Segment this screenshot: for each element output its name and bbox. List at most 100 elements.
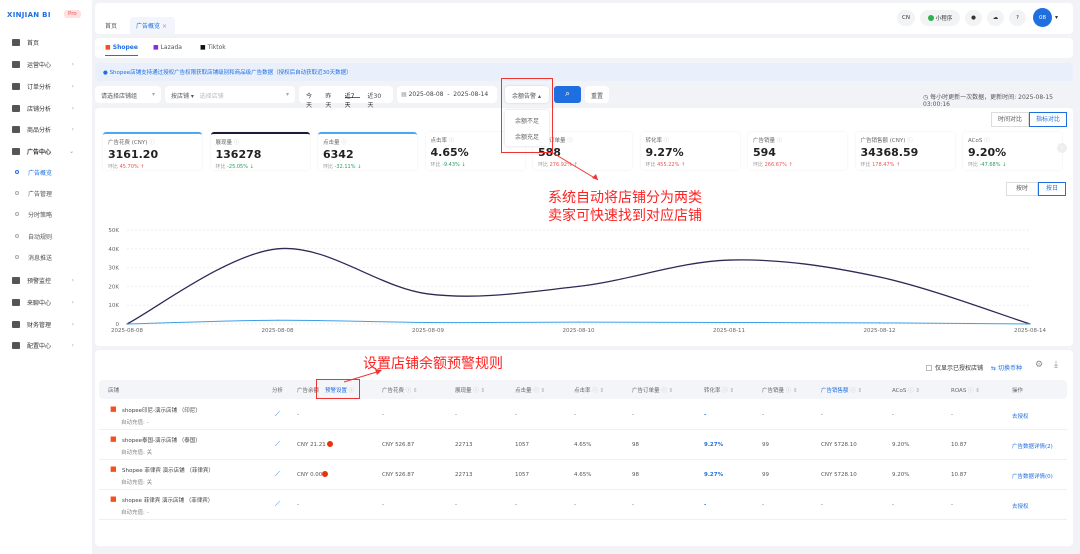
tab-home[interactable]: 首页 (105, 21, 117, 30)
sort-icon[interactable]: ⇕ (539, 388, 546, 394)
tab-shopee[interactable]: ■ Shopee (105, 44, 138, 56)
reset-button[interactable]: 重置 (585, 86, 609, 103)
range-3[interactable]: 近30天 (368, 91, 386, 109)
help-icon: ⓘ (982, 138, 990, 144)
action-link[interactable]: 广告数据详情(2) (1012, 442, 1053, 450)
sort-icon[interactable]: ⇕ (728, 388, 735, 394)
trend-chart-icon[interactable]: ⟋ (275, 410, 280, 419)
gear-icon[interactable]: ⚙ (1035, 360, 1043, 370)
shop-select[interactable]: 按店铺 ▾ 选择店铺 ▾ (165, 86, 295, 103)
home-icon (12, 38, 20, 46)
cell-clicks: - (515, 502, 517, 508)
sort-icon[interactable]: ⇕ (479, 388, 486, 394)
kpi-card[interactable]: ACoS ⓘ 9.20% 环比 -47.68% ↓ (963, 132, 1062, 170)
column-header[interactable]: 转化率 ⓘ ⇕ (704, 386, 734, 394)
next-arrow-icon[interactable]: › (1057, 143, 1067, 153)
sidebar-item-4[interactable]: 商品分析 › (0, 121, 92, 137)
tab-ad-overview[interactable]: 广告概览 × (130, 17, 175, 34)
sort-icon[interactable]: ⇕ (667, 388, 674, 394)
sidebar-item2-3[interactable]: 配置中心 › (0, 337, 92, 353)
action-link[interactable]: 广告数据详情(0) (1012, 472, 1053, 480)
bell-icon[interactable]: ● (965, 10, 982, 26)
cloud-download-icon[interactable]: ☁ (987, 10, 1004, 26)
chevron-down-icon[interactable]: ▾ (1055, 14, 1058, 21)
download-icon[interactable]: ⤓ (1054, 360, 1058, 370)
help-icon[interactable]: ? (1009, 10, 1026, 26)
kpi-card[interactable]: 广告销量 ⓘ 594 环比 266.67% ↑ (748, 132, 847, 170)
metric-compare-button[interactable]: 指标对比 (1029, 112, 1067, 127)
by-shop-select[interactable]: 按店铺 (171, 93, 189, 100)
sidebar-subitem-3[interactable]: 自动规则 (0, 228, 92, 244)
column-header[interactable]: 展现量 ⓘ ⇕ (455, 386, 485, 394)
cell-revenue: CNY 5728.10 (821, 442, 857, 448)
only-authorized-checkbox[interactable]: 仅显示已授权店铺 (926, 363, 983, 372)
close-icon[interactable]: × (162, 23, 167, 30)
tab-label: Tiktok (207, 44, 226, 51)
sidebar-item-1[interactable]: 运营中心 › (0, 56, 92, 72)
sidebar-item-5[interactable]: 广告中心 ⌄ (0, 143, 92, 159)
sidebar-subitem-1[interactable]: 广告管理 (0, 185, 92, 201)
sidebar-item-0[interactable]: 首页 (0, 34, 92, 50)
sort-icon[interactable]: ⇕ (856, 388, 863, 394)
sidebar-item2-2[interactable]: 财务管理 › (0, 316, 92, 332)
kpi-card[interactable]: 转化率 ⓘ 9.27% 环比 455.22% ↑ (640, 132, 740, 170)
range-2[interactable]: 近7天 (344, 91, 360, 109)
column-header[interactable]: 广告销售额 ⓘ ⇕ (821, 386, 862, 394)
kpi-card[interactable]: 展现量 ⓘ 136278 环比 -25.05% ↓ (210, 132, 310, 170)
trend-chart-icon[interactable]: ⟋ (275, 440, 280, 449)
pro-badge: Pro (64, 10, 81, 18)
kpi-card[interactable]: 广告销售额 (CNY) ⓘ 34368.59 环比 178.47% ↑ (855, 132, 955, 170)
kpi-card[interactable]: 广告花费 (CNY) ⓘ 3161.20 环比 45.70% ↑ (103, 132, 202, 170)
search-button[interactable]: ⌕ (554, 86, 581, 103)
tab-lazada[interactable]: ■ Lazada (153, 44, 182, 51)
cell-spend: - (382, 412, 384, 418)
shop-group-select[interactable]: 请选择店铺组 ▾ (95, 86, 161, 103)
sidebar-subitem-label: 消息推送 (28, 254, 53, 262)
column-header[interactable]: ACoS ⓘ ⇕ (892, 386, 920, 394)
column-header[interactable]: 广告订单量 ⓘ ⇕ (632, 386, 673, 394)
switch-currency-button[interactable]: ⇆ 切换币种 (991, 363, 1022, 372)
data-point (427, 321, 429, 324)
column-header[interactable]: 点击量 ⓘ ⇕ (515, 386, 545, 394)
sidebar-item-2[interactable]: 订单分析 › (0, 78, 92, 94)
cell-roas: 10.87 (951, 472, 967, 478)
annotation-text-2: 卖家可快速找到对应店铺 (548, 208, 702, 224)
shopee-icon: ■ (105, 44, 111, 51)
range-1[interactable]: 昨天 (325, 91, 336, 109)
chevron-right-icon: › (71, 341, 74, 349)
range-buttons: 今天 昨天 近7天 近30天 (299, 86, 393, 109)
avatar[interactable]: 08 (1033, 8, 1052, 27)
arrow-up-icon: ↑ (894, 162, 901, 168)
kpi-card[interactable]: 点击量 ⓘ 6342 环比 -32.11% ↓ (318, 132, 417, 170)
action-link[interactable]: 去授权 (1012, 412, 1029, 420)
date-range-picker[interactable]: ▦ 2025-08-08 - 2025-08-14 (397, 86, 497, 103)
action-link[interactable]: 去授权 (1012, 502, 1029, 510)
sidebar-item2-0[interactable]: 预警监控 › (0, 272, 92, 288)
checkbox[interactable] (926, 364, 932, 371)
column-header[interactable]: 广告销量 ⓘ ⇕ (762, 386, 798, 394)
sidebar-item2-1[interactable]: 来聊中心 › (0, 294, 92, 310)
sort-icon[interactable]: ⇕ (914, 388, 920, 394)
time-compare-button[interactable]: 时间对比 (991, 112, 1029, 127)
sidebar-item-3[interactable]: 店铺分析 › (0, 100, 92, 116)
sort-icon[interactable]: ⇕ (411, 388, 418, 394)
column-header[interactable]: 广告花费 ⓘ ⇕ (382, 386, 418, 394)
kpi-title: 广告销量 ⓘ (753, 136, 842, 144)
sidebar-subitem-0[interactable]: 广告概览 (0, 164, 92, 180)
sort-icon[interactable]: ⇕ (974, 388, 980, 394)
column-header[interactable]: ROAS ⓘ ⇕ (951, 386, 980, 394)
language-button[interactable]: CN (897, 10, 915, 26)
trend-chart-icon[interactable]: ⟋ (275, 500, 280, 509)
tab-tiktok[interactable]: ■ Tiktok (200, 44, 226, 51)
hourly-button[interactable]: 按时 (1006, 182, 1038, 196)
switch-currency-label: 切换币种 (997, 365, 1022, 372)
daily-button[interactable]: 按日 (1038, 182, 1066, 196)
mini-program-button[interactable]: 小程序 (920, 10, 960, 26)
sidebar-subitem-4[interactable]: 消息推送 (0, 249, 92, 265)
sidebar-subitem-2[interactable]: 分时策略 (0, 206, 92, 222)
sort-icon[interactable]: ⇕ (598, 388, 605, 394)
column-header[interactable]: 点击率 ⓘ ⇕ (574, 386, 604, 394)
trend-chart-icon[interactable]: ⟋ (275, 470, 280, 479)
sort-icon[interactable]: ⇕ (791, 388, 798, 394)
range-0[interactable]: 今天 (306, 91, 317, 109)
